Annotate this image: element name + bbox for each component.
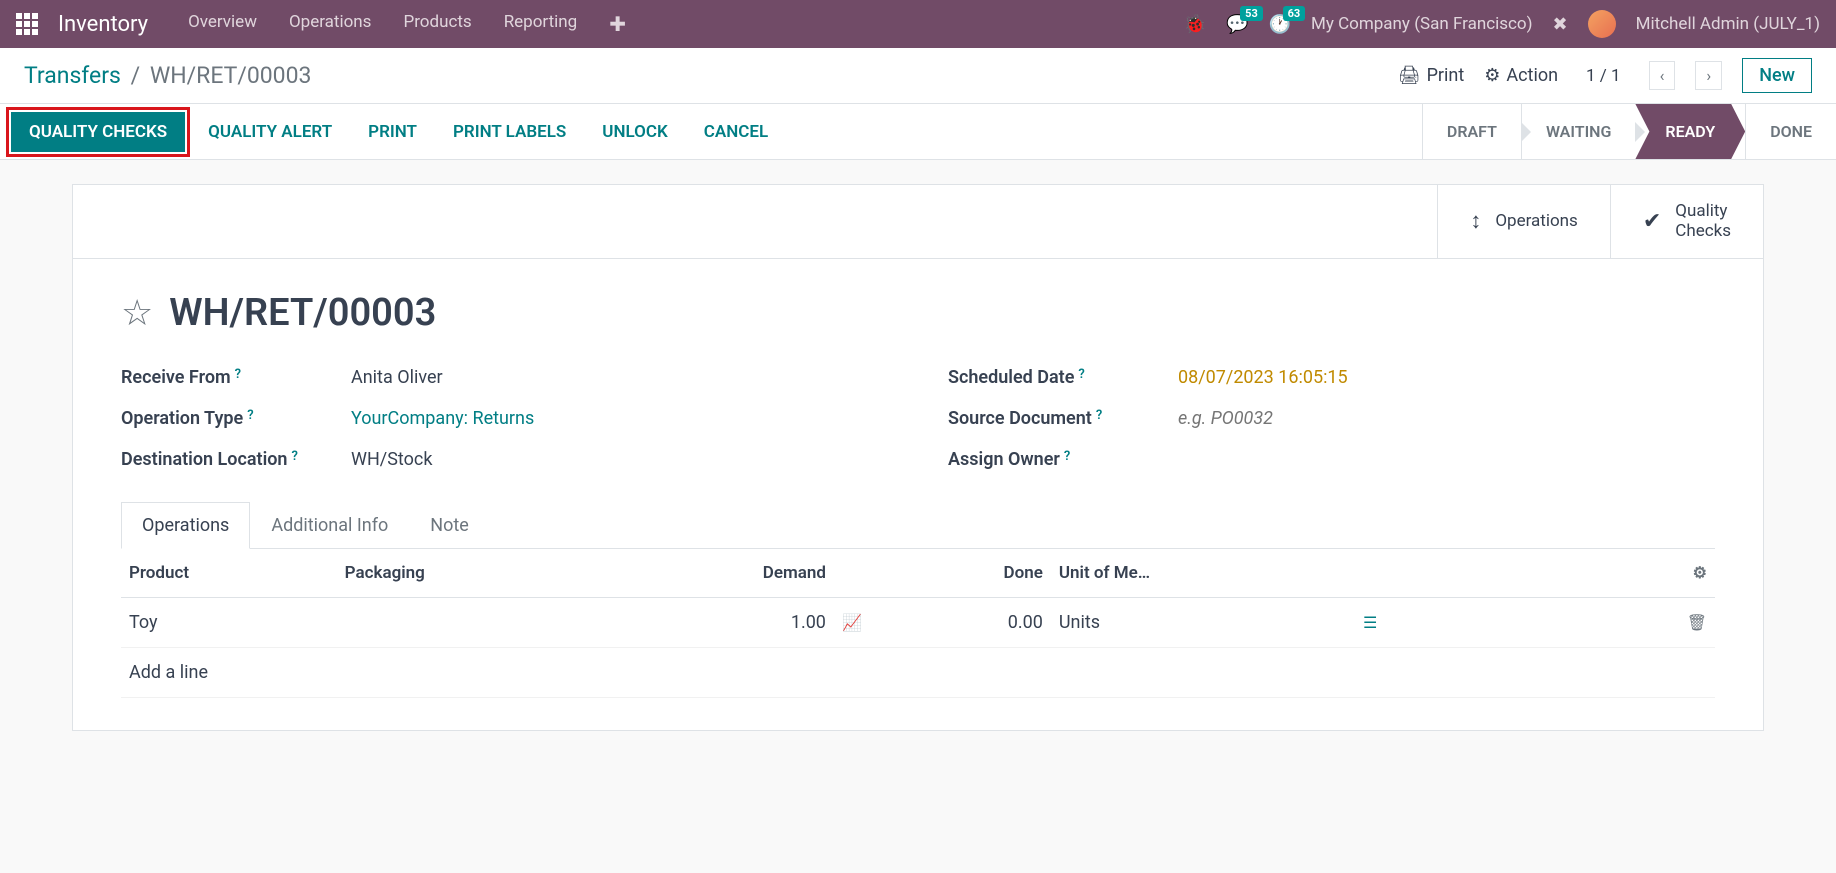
stat-quality-checks[interactable]: ✔ Quality Checks [1610,185,1763,258]
col-product[interactable]: Product [121,549,337,598]
nav-operations[interactable]: Operations [289,12,372,36]
help-icon[interactable]: ? [1078,367,1084,382]
operation-type-value[interactable]: YourCompany: Returns [351,408,534,429]
help-icon[interactable]: ? [1096,408,1102,423]
print-button[interactable]: 🖨 Print [1398,65,1465,86]
tab-additional-info[interactable]: Additional Info [250,502,409,548]
nav-products[interactable]: Products [403,12,471,36]
print-icon: 🖨 [1398,65,1421,86]
list-icon[interactable]: ☰ [1363,613,1377,632]
source-document-label: Source Document? [948,408,1178,429]
chat-icon[interactable]: 💬53 [1226,14,1248,35]
col-packaging[interactable]: Packaging [337,549,610,598]
cell-packaging[interactable] [337,597,610,647]
company-selector[interactable]: My Company (San Francisco) [1311,14,1533,34]
pager-next[interactable]: › [1695,61,1722,90]
print-transfer-button[interactable]: PRINT [350,112,435,152]
help-icon[interactable]: ? [1064,449,1070,464]
nav-reporting[interactable]: Reporting [504,12,578,36]
settings-icon[interactable]: ⚙ [1693,563,1707,582]
tab-operations[interactable]: Operations [121,502,250,549]
cell-uom[interactable]: Units [1051,597,1355,647]
app-brand[interactable]: Inventory [58,12,148,37]
source-document-input[interactable] [1178,408,1406,429]
forecast-icon[interactable]: 📈 [842,613,862,632]
tools-icon[interactable]: ✖ [1553,14,1568,35]
quality-alert-button[interactable]: QUALITY ALERT [190,112,350,152]
highlighted-quality-checks: QUALITY CHECKS [6,107,190,157]
check-icon: ✔ [1643,209,1661,234]
receive-from-label: Receive From? [121,367,351,388]
help-icon[interactable]: ? [235,367,241,382]
scheduled-date-value[interactable]: 08/07/2023 16:05:15 [1178,367,1348,388]
add-menu-icon[interactable]: ✚ [609,12,626,36]
arrows-vertical-icon: ↕ [1470,208,1481,234]
add-line[interactable]: Add a line [121,647,1715,697]
bug-icon[interactable]: 🐞 [1184,14,1206,35]
col-done[interactable]: Done [894,549,1051,598]
cell-demand[interactable]: 1.00 [609,597,834,647]
activities-icon[interactable]: 🕐63 [1269,14,1291,35]
quality-checks-button[interactable]: QUALITY CHECKS [11,112,185,152]
unlock-button[interactable]: UNLOCK [584,112,685,152]
status-draft[interactable]: DRAFT [1422,104,1521,159]
breadcrumb-current: WH/RET/00003 [150,62,312,89]
table-row[interactable]: Toy 1.00 📈 0.00 Units ☰ 🗑 [121,597,1715,647]
apps-icon[interactable] [16,13,38,35]
pager[interactable]: 1 / 1 [1586,66,1621,86]
delete-icon[interactable]: 🗑 [1687,613,1707,632]
print-labels-button[interactable]: PRINT LABELS [435,112,584,152]
operation-type-label: Operation Type? [121,408,351,429]
cell-product[interactable]: Toy [121,597,337,647]
cancel-button[interactable]: CANCEL [686,112,786,152]
pager-prev[interactable]: ‹ [1649,61,1676,90]
cell-done[interactable]: 0.00 [894,597,1051,647]
breadcrumb-root[interactable]: Transfers [24,62,121,89]
scheduled-date-label: Scheduled Date? [948,367,1178,388]
username[interactable]: Mitchell Admin (JULY_1) [1636,14,1820,34]
record-title: WH/RET/00003 [169,291,436,335]
status-waiting[interactable]: WAITING [1521,104,1635,159]
statusbar: DRAFT WAITING READY DONE [1422,104,1836,159]
destination-location-value[interactable]: WH/Stock [351,449,432,470]
clock-badge: 63 [1283,6,1306,21]
col-uom[interactable]: Unit of Me… [1051,549,1355,598]
avatar[interactable] [1588,10,1616,38]
destination-location-label: Destination Location? [121,449,351,470]
stat-operations[interactable]: ↕ Operations [1437,185,1610,258]
nav-overview[interactable]: Overview [188,12,257,36]
tab-note[interactable]: Note [409,502,490,548]
breadcrumb: Transfers / WH/RET/00003 [24,62,1398,89]
gear-icon: ⚙ [1484,65,1500,86]
action-button[interactable]: ⚙ Action [1484,65,1558,86]
star-icon[interactable]: ☆ [121,292,153,334]
col-demand[interactable]: Demand [609,549,834,598]
assign-owner-label: Assign Owner? [948,449,1178,470]
new-button[interactable]: New [1742,58,1812,93]
status-done[interactable]: DONE [1745,104,1836,159]
help-icon[interactable]: ? [247,408,253,423]
status-ready[interactable]: READY [1635,104,1745,159]
chat-badge: 53 [1240,6,1263,21]
help-icon[interactable]: ? [291,449,297,464]
receive-from-value[interactable]: Anita Oliver [351,367,443,388]
